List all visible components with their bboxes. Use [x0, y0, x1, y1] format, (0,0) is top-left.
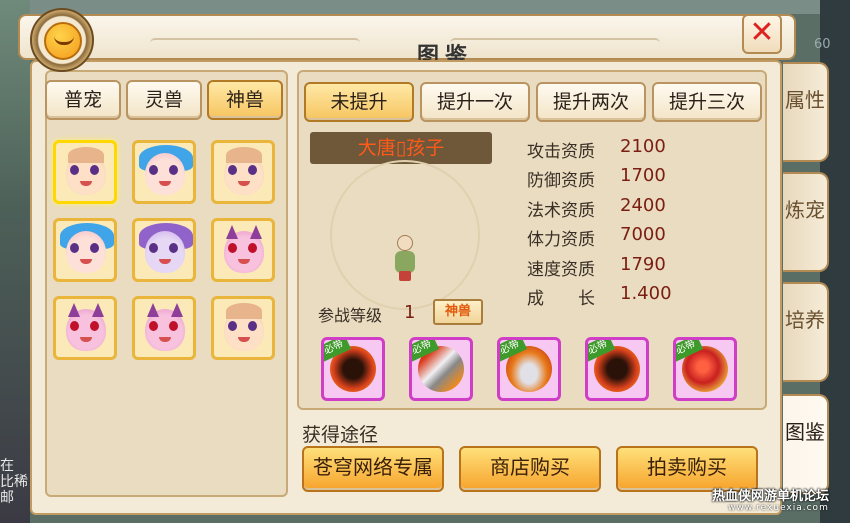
stat-value-defense: 1700 [620, 165, 666, 186]
pet-model[interactable] [393, 235, 417, 281]
cangqiong-exclusive-button[interactable]: 苍穹网络专属 [302, 446, 444, 492]
game-background-top [0, 0, 850, 14]
divine-beast-badge: 神兽 [433, 299, 483, 325]
stat-label-defense: 防御资质 [527, 171, 595, 191]
stat-label-growth: 成 长 [527, 289, 595, 309]
stat-label-speed: 速度资质 [527, 260, 595, 280]
side-tab-label: 属性 [785, 88, 825, 112]
side-tab-label: 炼宠 [785, 198, 825, 222]
side-tab-refine[interactable]: 炼宠 [783, 172, 829, 272]
pet-slot[interactable] [53, 140, 117, 204]
pet-grid [53, 140, 279, 364]
pet-slot[interactable] [211, 218, 275, 282]
side-tab-illustrated[interactable]: 图鉴 [783, 394, 829, 494]
stat-value-magic: 2400 [620, 195, 666, 216]
skill-slot[interactable]: 必带 [321, 337, 385, 401]
pet-slot[interactable] [53, 218, 117, 282]
pet-slot[interactable] [211, 296, 275, 360]
pet-slot[interactable] [211, 140, 275, 204]
player-avatar[interactable] [30, 8, 94, 72]
category-tab-spirit-beast[interactable]: 灵兽 [126, 80, 202, 120]
stat-value-stamina: 7000 [620, 224, 666, 245]
watermark-title: 热血侠网游单机论坛 [712, 489, 830, 504]
background-number: 60 [814, 37, 831, 52]
stat-value-growth: 1.400 [620, 283, 672, 304]
watermark-url: www.rexuexia.com [728, 503, 829, 513]
pet-slot[interactable] [132, 140, 196, 204]
shop-purchase-button[interactable]: 商店购买 [459, 446, 601, 492]
window-title-bar: 图鉴 [18, 14, 796, 69]
pet-slot[interactable] [53, 296, 117, 360]
side-tab-attributes[interactable]: 属性 [783, 62, 829, 162]
category-tab-divine-beast[interactable]: 神兽 [207, 80, 283, 120]
skill-slot[interactable]: 必带 [673, 337, 737, 401]
stat-value-speed: 1790 [620, 254, 666, 275]
stat-value-attack: 2100 [620, 136, 666, 157]
stat-label-attack: 攻击资质 [527, 142, 595, 162]
upgrade-tab-none[interactable]: 未提升 [304, 82, 414, 122]
close-button[interactable]: ✕ [742, 14, 782, 54]
upgrade-tab-twice[interactable]: 提升两次 [536, 82, 646, 122]
pet-slot[interactable] [132, 296, 196, 360]
skill-slot[interactable]: 必带 [409, 337, 473, 401]
category-tab-normal-pet[interactable]: 普宠 [45, 80, 121, 120]
battle-level-label: 参战等级 [318, 306, 383, 325]
side-tab-label: 培养 [785, 308, 825, 332]
stat-label-stamina: 体力资质 [527, 230, 595, 250]
skill-slot[interactable]: 必带 [497, 337, 561, 401]
side-tab-train[interactable]: 培养 [783, 282, 829, 382]
upgrade-tab-thrice[interactable]: 提升三次 [652, 82, 762, 122]
battle-level-value: 1 [404, 302, 416, 323]
game-background-left [0, 0, 30, 523]
side-tab-label: 图鉴 [785, 420, 825, 444]
title-cloud-decoration-left [150, 38, 360, 48]
upgrade-tab-once[interactable]: 提升一次 [420, 82, 530, 122]
stat-label-magic: 法术资质 [527, 201, 595, 221]
acquire-methods-label: 获得途径 [302, 424, 379, 446]
background-chat-text: 在 比稀 邮 [0, 458, 28, 506]
smiley-face-icon [44, 22, 82, 60]
pet-slot[interactable] [132, 218, 196, 282]
skill-slot[interactable]: 必带 [585, 337, 649, 401]
